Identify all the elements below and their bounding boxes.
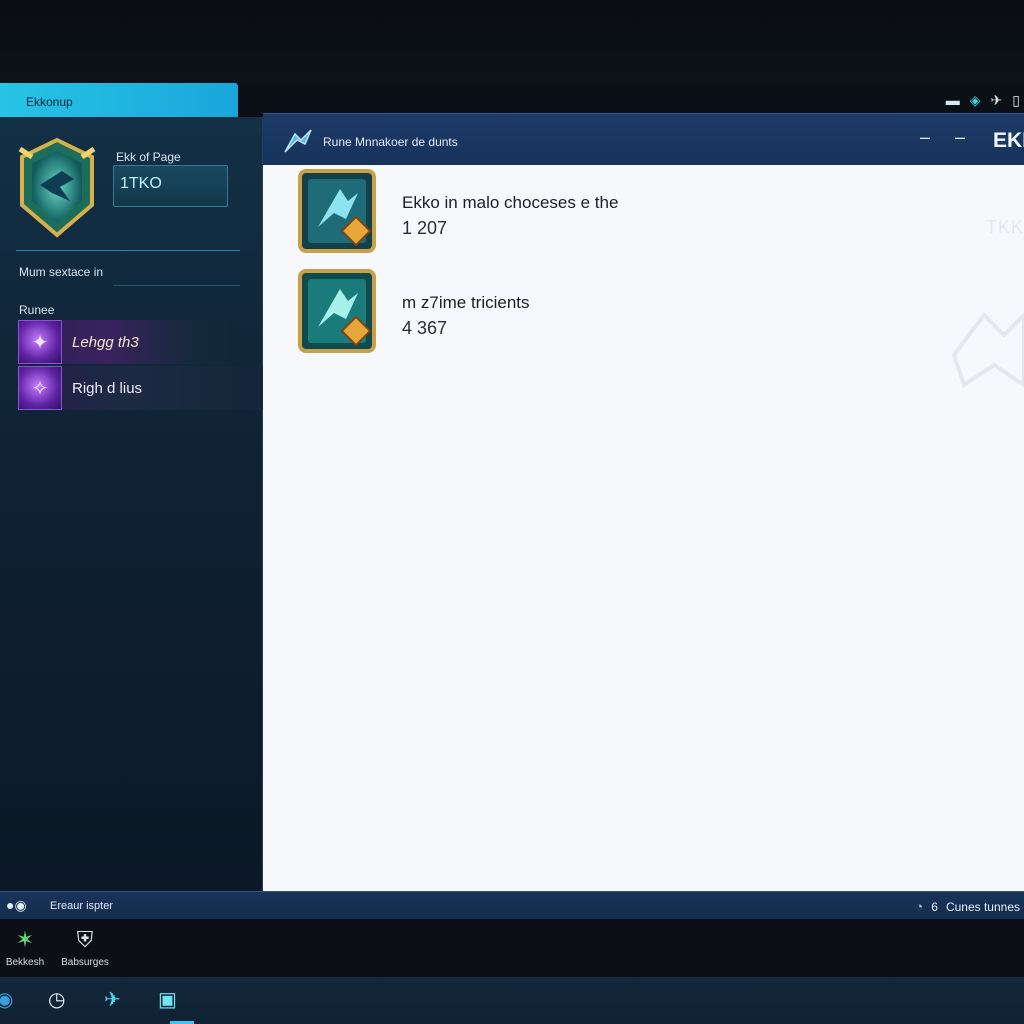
watermark-logo-icon: [951, 311, 1024, 389]
section-label: Mum sextace in: [19, 265, 104, 279]
page-label: Ekk of Page: [116, 150, 181, 164]
sync-icon: ◔: [915, 899, 924, 914]
desktop-top-strip: [0, 0, 1024, 84]
main-window-header: Rune Mnnakoer de dunts – – EKK: [263, 113, 1024, 165]
system-tray: ▬ ◈ ✈ ▯: [946, 90, 1024, 110]
main-content: TKK Ekko in malo choceses e the 1 207 m …: [263, 165, 1024, 891]
rune-item[interactable]: ✦ Lehgg th3: [18, 320, 236, 364]
rune-icon: ✧: [18, 366, 62, 410]
window-icon[interactable]: ▯: [1012, 92, 1020, 109]
status-icons[interactable]: ●◉: [6, 897, 27, 914]
ekko-tray-icon[interactable]: ✈: [991, 92, 1003, 109]
clock-icon[interactable]: ◷: [48, 987, 65, 1012]
shield-icon: ⛨: [76, 927, 94, 952]
restore-button[interactable]: –: [955, 127, 965, 148]
watermark-text: TKK: [985, 217, 1024, 237]
dock-label: Bekkesh: [5, 957, 45, 968]
rune-icon: ✦: [18, 320, 62, 364]
status-text: Ereaur ispter: [50, 900, 113, 912]
champion-entry[interactable]: Ekko in malo choceses e the 1 207: [402, 193, 618, 239]
minimize-button[interactable]: –: [920, 127, 930, 148]
dock: ✶ Bekkesh ⛨ Babsurges: [0, 919, 1024, 977]
rune-app-icon[interactable]: ▣: [158, 987, 177, 1012]
champion-title: Ekko in malo choceses e the: [402, 193, 619, 212]
left-panel: Ekk of Page 1TKO Mum sextace in Runee ✦ …: [0, 117, 263, 891]
ekko-icon: ✶: [15, 927, 35, 952]
dock-item[interactable]: ⛨ Babsurges: [60, 927, 110, 968]
page-name-field[interactable]: 1TKO: [113, 165, 228, 207]
ekko-portrait-icon[interactable]: [296, 167, 378, 259]
rune-label: Righ d lius: [72, 379, 143, 397]
status-count: 6: [931, 899, 938, 914]
dock-item[interactable]: ✶ Bekkesh: [0, 927, 50, 968]
rune-item[interactable]: ✧ Righ d lius: [18, 366, 263, 410]
champion-title: m z7ime tricients: [402, 293, 530, 312]
divider: [113, 285, 240, 286]
minimize-icon[interactable]: ▬: [946, 92, 960, 108]
rune-tray-icon[interactable]: ◈: [970, 92, 981, 109]
ekko-portrait-icon[interactable]: [296, 267, 378, 359]
rune-label: Lehgg th3: [72, 333, 139, 351]
status-right-text: Cunes tunnes: [945, 899, 1020, 914]
status-bar: ●◉ Ereaur ispter ◔ 6 Cunes tunnes: [0, 891, 1024, 919]
ekko-taskbar-icon[interactable]: ✈: [104, 987, 121, 1012]
champion-entry[interactable]: m z7ime tricients 4 367: [402, 293, 530, 339]
dock-label: Babsurges: [61, 957, 109, 968]
runes-label: Runee: [19, 303, 55, 317]
champion-value: 1 207: [402, 218, 448, 238]
champion-emblem-icon: [18, 137, 96, 238]
champion-value: 4 367: [402, 318, 448, 338]
window-title: Rune Mnnakoer de dunts: [323, 135, 458, 149]
divider: [16, 250, 240, 251]
left-window-tab[interactable]: Ekkonup: [0, 83, 238, 117]
rune-manager-icon: [284, 129, 312, 153]
brand-title: EKK: [993, 129, 1024, 152]
start-icon[interactable]: ◉: [0, 987, 13, 1012]
taskbar: ◉ ◷ ✈ ▣: [0, 977, 1024, 1024]
status-right[interactable]: ◔ 6 Cunes tunnes: [915, 899, 1020, 914]
